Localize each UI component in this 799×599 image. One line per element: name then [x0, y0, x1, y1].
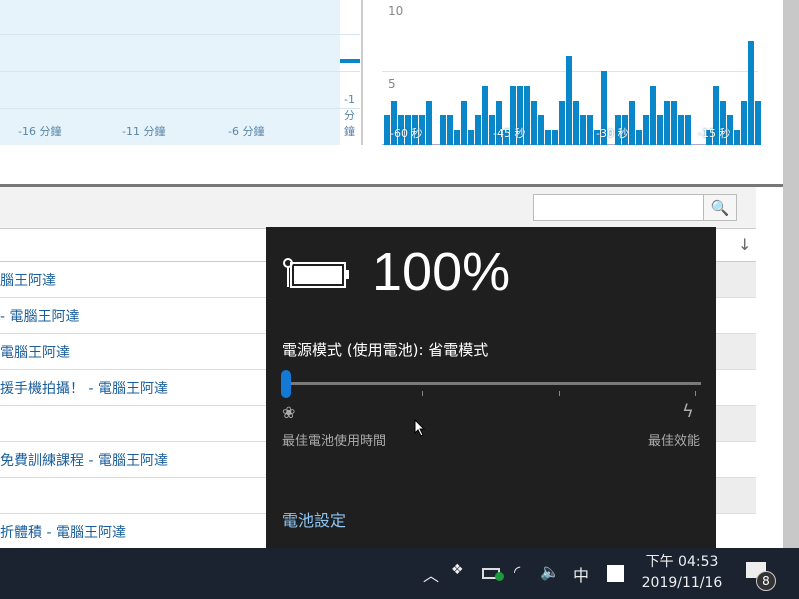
chart-bar [587, 115, 593, 145]
x-tick: -15 秒 [698, 127, 731, 140]
chart-bar [671, 100, 677, 145]
chart-bar [629, 100, 635, 145]
chart-bar [440, 115, 446, 145]
volume-icon[interactable]: 🔈 [540, 562, 560, 581]
row-title-link[interactable]: 援手機拍攝！ - 電腦王阿達 [0, 378, 168, 398]
performance-caption: 最佳效能 [647, 434, 700, 449]
chart-bar [580, 115, 586, 145]
chart-bar [447, 115, 453, 145]
battery-charging-icon [283, 258, 349, 288]
taskbar: ︿ ❖ ◜ 🔈 中 下午 04:53 2019/11/16 8 [0, 548, 799, 599]
chevron-up-icon[interactable]: ︿ [423, 562, 439, 586]
seconds-chart: 10 5 -60 秒 -45 秒 -30 秒 -15 秒 [382, 0, 761, 145]
chart-bar [643, 115, 649, 145]
chart-bar [748, 41, 754, 145]
time: 下午 04:53 [645, 554, 719, 570]
clock[interactable]: 下午 04:53 2019/11/16 [632, 552, 732, 594]
minutes-chart: -16 分鐘 -11 分鐘 -6 分鐘 -1 分鐘 [0, 0, 360, 145]
chart-bar [685, 115, 691, 145]
chart-bar [475, 115, 481, 145]
search-button[interactable]: 🔍 [703, 194, 737, 221]
sort-down-icon[interactable]: ↓ [738, 235, 751, 254]
chart-bar [755, 100, 761, 145]
chart-bar [531, 100, 537, 145]
table-toolbar: 🔍 [0, 187, 756, 229]
chart-bar [566, 56, 572, 145]
wifi-icon[interactable]: ◜ [514, 562, 520, 581]
dropbox-icon[interactable]: ❖ [451, 562, 464, 578]
chart-bar [461, 100, 467, 145]
y-tick: 5 [388, 77, 396, 91]
power-mode-slider[interactable] [286, 382, 701, 385]
chart-bar [552, 130, 558, 145]
chart-bar [468, 130, 474, 145]
lightning-icon: ϟ [682, 401, 694, 422]
battery-life-caption: 最佳電池使用時間 [282, 434, 387, 449]
chart-bar [454, 130, 460, 145]
chart-bar [741, 100, 747, 145]
notification-badge: 8 [756, 571, 776, 591]
chart-bar [664, 100, 670, 145]
input-mode-icon[interactable] [607, 565, 624, 582]
row-title-link[interactable]: 腦王阿達 [0, 270, 56, 290]
chart-bar [545, 130, 551, 145]
date: 2019/11/16 [641, 575, 723, 591]
battery-percent: 100% [372, 242, 511, 302]
y-tick: 10 [388, 4, 404, 18]
row-title-link[interactable]: 電腦王阿達 [0, 342, 70, 362]
chart-bar [734, 130, 740, 145]
x-tick: -6 分鐘 [228, 125, 265, 138]
chart-bar [559, 100, 565, 145]
leaf-icon: ❀ [282, 403, 296, 422]
row-title-link[interactable]: 折體積 - 電腦王阿達 [0, 522, 126, 542]
x-tick: -45 秒 [493, 127, 526, 140]
x-tick: -30 秒 [596, 127, 629, 140]
chart-bar [426, 100, 432, 145]
battery-settings-link[interactable]: 電池設定 [282, 507, 346, 531]
mouse-cursor-icon [414, 419, 426, 437]
chart-bar [636, 130, 642, 145]
chart-bar [482, 85, 488, 145]
chart-bar [678, 115, 684, 145]
row-title-link[interactable]: 免費訓練課程 - 電腦王阿達 [0, 450, 168, 470]
search-icon: 🔍 [710, 198, 730, 217]
slider-thumb[interactable] [281, 370, 291, 398]
power-mode-label: 電源模式 (使用電池): 省電模式 [282, 341, 489, 359]
x-tick: -1 分鐘 [344, 93, 355, 138]
chart-bar [657, 115, 663, 145]
battery-flyout: 100% 電源模式 (使用電池): 省電模式 ❀ ϟ 最佳電池使用時間 最佳效能… [266, 227, 716, 548]
divider [361, 0, 363, 145]
battery-tray-icon[interactable] [482, 568, 504, 581]
search-input[interactable] [533, 194, 704, 221]
chart-bar [650, 85, 656, 145]
x-tick: -16 分鐘 [18, 125, 62, 138]
chart-bar [573, 100, 579, 145]
x-tick: -60 秒 [390, 127, 423, 140]
scrollbar[interactable] [783, 0, 799, 548]
ime-indicator[interactable]: 中 [573, 562, 589, 586]
chart-bar [538, 115, 544, 145]
x-tick: -11 分鐘 [122, 125, 166, 138]
row-title-link[interactable]: - 電腦王阿達 [0, 306, 80, 326]
chart-bar [340, 59, 360, 63]
